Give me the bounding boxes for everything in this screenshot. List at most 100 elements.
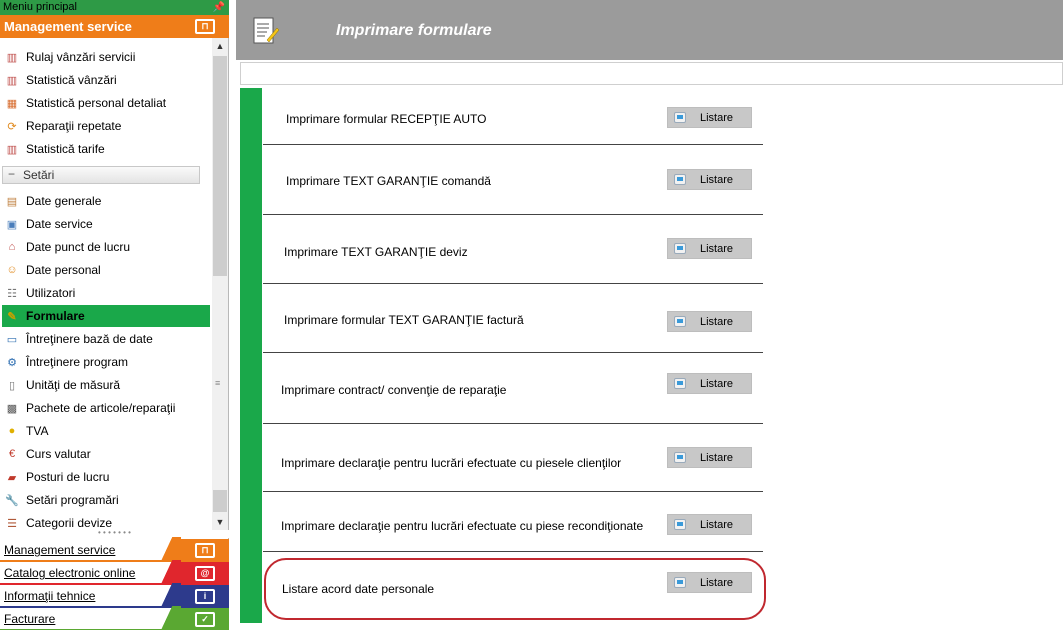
module-stripe — [156, 583, 181, 606]
main-header: Imprimare formulare — [236, 0, 1063, 60]
sidebar-item-statistică-tarife[interactable]: ▥ Statistică tarife — [2, 138, 210, 160]
chart-icon: ▥ — [6, 74, 18, 87]
repeat-icon: ⟳ — [7, 120, 17, 133]
sidebar-item-label: Întreţinere bază de date — [26, 332, 153, 346]
bottom-module-facturare[interactable]: Facturare ✓ — [0, 606, 229, 630]
listare-button-label: Listare — [700, 451, 734, 464]
section-accent-bar — [240, 88, 262, 623]
form-row-label: Imprimare formular TEXT GARANŢIE factură — [284, 313, 524, 327]
sidebar-item-label: Statistică tarife — [26, 142, 105, 156]
sidebar-item-întreţinere-program[interactable]: ⚙ Întreţinere program — [2, 351, 210, 373]
sidebar-item-date-punct-de-lucru[interactable]: ⌂ Date punct de lucru — [2, 236, 210, 258]
sidebar-item-statistică-personal-detaliat[interactable]: ▦ Statistică personal detaliat — [2, 92, 210, 114]
sidebar-item-label: Întreţinere program — [26, 355, 129, 369]
sidebar-item-label: Formulare — [26, 309, 85, 323]
sidebar-scrollbar[interactable]: ▲ ≡ ▼ — [212, 38, 228, 530]
chart-icon: ▥ — [6, 51, 18, 64]
listare-button[interactable]: Listare — [667, 373, 752, 394]
highlight-outline — [264, 558, 766, 620]
at-icon: @ — [181, 562, 229, 585]
printer-icon — [674, 112, 686, 123]
invoice-icon: ✓ — [181, 608, 229, 630]
scrollbar-thumb[interactable] — [213, 56, 227, 276]
sidebar-item-curs-valutar[interactable]: € Curs valutar — [2, 443, 210, 465]
printer-icon — [674, 452, 686, 463]
module-label: Catalog electronic online — [4, 566, 136, 580]
listare-button-label: Listare — [700, 377, 734, 390]
scroll-down-arrow-icon[interactable]: ▼ — [212, 514, 228, 530]
listare-button[interactable]: Listare — [667, 311, 752, 332]
form-row: Imprimare contract/ convenţie de reparaţ… — [263, 353, 763, 424]
listare-button-label: Listare — [700, 111, 734, 124]
sidebar-item-label: Posturi de lucru — [26, 470, 110, 484]
form-edit-icon: ✎ — [7, 310, 17, 323]
listare-button[interactable]: Listare — [667, 447, 752, 468]
building-icon: ▣ — [6, 218, 18, 231]
sidebar-item-unităţi-de-măsură[interactable]: ▯ Unităţi de măsură — [2, 374, 210, 396]
grip-icon: ≡ — [215, 378, 221, 388]
listare-button[interactable]: Listare — [667, 169, 752, 190]
location-icon: ⌂ — [8, 241, 16, 253]
printer-icon — [674, 174, 686, 185]
sidebar-item-label: TVA — [26, 424, 49, 438]
person-icon: ☺ — [6, 264, 18, 276]
sidebar-item-pachete-de-articole-reparaţii[interactable]: ▩ Pachete de articole/reparaţii — [2, 397, 210, 419]
pin-icon[interactable]: 📌 — [213, 0, 225, 15]
sidebar-header-management-service[interactable]: Management service ⊓ — [0, 15, 229, 38]
form-row-label: Imprimare TEXT GARANŢIE comandă — [286, 174, 491, 188]
service-logo-icon: ⊓ — [181, 15, 229, 38]
sidebar-item-statistică-vânzări[interactable]: ▥ Statistică vânzări — [2, 69, 210, 91]
info-icon: i — [181, 585, 229, 608]
main-menu-sidebar: Meniu principal 📌 Management service ⊓ S… — [0, 0, 229, 630]
listare-button[interactable]: Listare — [667, 514, 752, 535]
sidebar-item-tva[interactable]: ● TVA — [2, 420, 210, 442]
module-label: Informaţii tehnice — [4, 589, 96, 603]
sidebar-item-label: Date personal — [26, 263, 101, 277]
sidebar-item-rulaj-vânzări-servicii[interactable]: ▥ Rulaj vânzări servicii — [2, 46, 210, 68]
form-row: Imprimare declaraţie pentru lucrări efec… — [263, 492, 763, 552]
database-icon: ▭ — [6, 333, 18, 346]
sidebar-header-label: Management service — [4, 19, 132, 34]
listare-button[interactable]: Listare — [667, 238, 752, 259]
group-label: Setări — [2, 166, 200, 184]
service-logo-icon: ⊓ — [181, 539, 229, 562]
group-header-setari[interactable]: Setări — [0, 164, 205, 186]
coin-icon: ● — [8, 425, 16, 437]
sidebar-item-label: Unităţi de măsură — [26, 378, 121, 392]
sidebar-item-setări-programări[interactable]: 🔧 Setări programări — [2, 489, 210, 511]
sidebar-menu-list: Setări ▥ Rulaj vânzări servicii ▥ Statistic… — [0, 38, 212, 530]
filter-strip[interactable] — [240, 62, 1063, 85]
form-row-label: Imprimare TEXT GARANŢIE deviz — [284, 245, 468, 259]
scrollbar-track-segment[interactable] — [213, 490, 227, 512]
listare-button[interactable]: Listare — [667, 107, 752, 128]
chart-person-icon: ▦ — [6, 97, 18, 110]
bottom-module-catalog-electronic-online[interactable]: Catalog electronic online @ — [0, 560, 229, 585]
module-stripe — [156, 560, 181, 583]
module-stripe — [156, 606, 181, 629]
bottom-module-informa-ii-tehnice[interactable]: Informaţii tehnice i — [0, 583, 229, 608]
sidebar-item-formulare[interactable]: ✎ Formulare — [2, 305, 210, 327]
scroll-up-arrow-icon[interactable]: ▲ — [212, 38, 228, 54]
form-row: Imprimare formular TEXT GARANŢIE factură… — [263, 284, 763, 353]
bottom-module-management-service[interactable]: Management service ⊓ — [0, 537, 229, 562]
sidebar-title-bar: Meniu principal 📌 — [0, 0, 229, 15]
maintenance-icon: ⚙ — [7, 356, 17, 369]
page-title: Imprimare formulare — [336, 22, 492, 39]
listare-button-label: Listare — [700, 315, 734, 328]
list-icon: ☰ — [7, 517, 17, 530]
sidebar-item-reparaţii-repetate[interactable]: ⟳ Reparaţii repetate — [2, 115, 210, 137]
sidebar-title: Meniu principal — [3, 1, 77, 13]
sidebar-item-label: Rulaj vânzări servicii — [26, 50, 136, 64]
sidebar-item-date-generale[interactable]: ▤ Date generale — [2, 190, 210, 212]
sidebar-splitter[interactable]: • • • • • • • — [0, 529, 229, 538]
module-label: Management service — [4, 543, 116, 557]
sidebar-item-posturi-de-lucru[interactable]: ▰ Posturi de lucru — [2, 466, 210, 488]
sidebar-item-date-service[interactable]: ▣ Date service — [2, 213, 210, 235]
sidebar-item-label: Reparaţii repetate — [26, 119, 122, 133]
printer-icon — [674, 378, 686, 389]
sidebar-item-întreţinere-bază-de-date[interactable]: ▭ Întreţinere bază de date — [2, 328, 210, 350]
form-row-label: Imprimare formular RECEPŢIE AUTO — [286, 112, 487, 126]
main-content: Imprimare formulare Imprimare formular R… — [236, 0, 1063, 630]
sidebar-item-utilizatori[interactable]: ☷ Utilizatori — [2, 282, 210, 304]
sidebar-item-date-personal[interactable]: ☺ Date personal — [2, 259, 210, 281]
